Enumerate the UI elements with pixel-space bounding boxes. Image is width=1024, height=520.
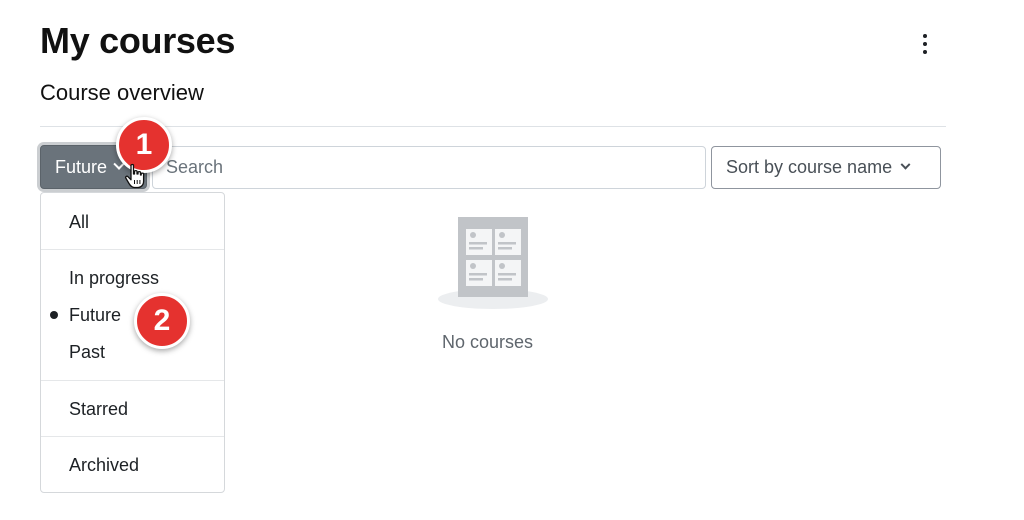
empty-state-text: No courses xyxy=(442,332,534,352)
hand-pointer-cursor-icon xyxy=(124,163,145,189)
selected-bullet-icon xyxy=(50,311,58,319)
dropdown-item-past[interactable]: Past xyxy=(69,342,105,363)
sort-dropdown-button[interactable]: Sort by course name xyxy=(711,146,941,189)
dropdown-divider xyxy=(41,249,224,250)
chevron-down-icon xyxy=(900,159,911,170)
grouping-filter-label: Future xyxy=(55,156,108,177)
page-title: My courses xyxy=(40,20,236,61)
dropdown-divider xyxy=(41,436,224,437)
dropdown-item-all[interactable]: All xyxy=(69,212,89,233)
dropdown-item-in-progress[interactable]: In progress xyxy=(69,268,159,289)
search-placeholder: Search xyxy=(166,157,224,177)
grouping-dropdown-menu: All In progress Future Past Starred Arch… xyxy=(40,192,225,493)
dropdown-item-starred[interactable]: Starred xyxy=(69,399,128,420)
kebab-menu-icon[interactable] xyxy=(916,34,934,54)
sort-button-label: Sort by course name xyxy=(726,157,893,177)
empty-courses-icon xyxy=(438,217,548,309)
course-overview-title: Course overview xyxy=(40,80,204,105)
divider xyxy=(40,126,946,127)
search-input[interactable]: Search xyxy=(152,146,706,189)
step-badge-2: 2 xyxy=(134,293,190,349)
dropdown-divider xyxy=(41,380,224,381)
dropdown-item-future[interactable]: Future xyxy=(69,305,121,326)
dropdown-item-archived[interactable]: Archived xyxy=(69,455,139,476)
